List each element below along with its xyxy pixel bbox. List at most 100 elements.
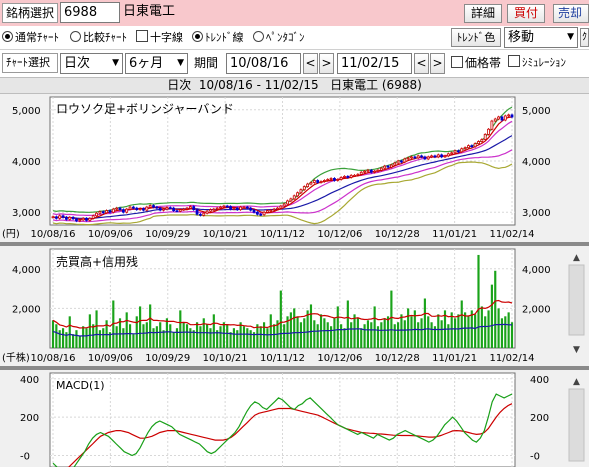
volume-bar (269, 314, 272, 348)
start-prev-button[interactable]: < (303, 53, 318, 74)
candle-body (389, 164, 393, 168)
volume-bar (172, 332, 175, 348)
volume-bar (266, 328, 269, 348)
volume-bar (457, 314, 460, 348)
candle-body (309, 182, 313, 185)
simulation-label: ｼﾐｭﾚｰｼｮﾝ (522, 56, 566, 69)
candle-body (393, 162, 397, 166)
sell-button[interactable]: 売却 (553, 4, 589, 23)
volume-bar (504, 316, 507, 348)
volume-scroll-thumb[interactable] (568, 264, 585, 336)
simulation-option[interactable]: ｼﾐｭﾚｰｼｮﾝ (508, 52, 566, 74)
candle-body (383, 165, 387, 169)
volume-bar (366, 320, 370, 348)
candle-body (158, 207, 162, 211)
trendline-option[interactable]: ﾄﾚﾝﾄﾞ線 (192, 27, 244, 49)
details-button[interactable]: 詳細 (464, 4, 502, 23)
candle-body (128, 206, 132, 210)
symbol-code-input[interactable]: 6988 (60, 2, 120, 23)
candle-body (453, 150, 457, 154)
scroll-down-icon[interactable]: ▼ (573, 345, 580, 355)
volume-bar (326, 322, 329, 348)
volume-bar (313, 320, 316, 348)
panel-separator[interactable] (0, 242, 589, 246)
volume-bar (92, 324, 95, 348)
candle-body (121, 209, 125, 213)
range-select[interactable]: 6ヶ月 ▼ (125, 53, 188, 74)
volume-bar (85, 328, 88, 348)
volume-bar (293, 308, 296, 348)
candle-body (359, 171, 363, 175)
start-date-input[interactable]: 10/08/16 (226, 53, 301, 74)
overflow-button[interactable]: ｸ (580, 28, 589, 47)
panel-separator[interactable] (0, 366, 589, 370)
volume-x-tick: 10/10/21 (203, 353, 248, 364)
volume-bar (212, 314, 215, 348)
volume-bar (195, 322, 199, 348)
volume-bar (440, 320, 443, 348)
volume-bar (333, 318, 336, 348)
chart-select-label[interactable]: ﾁｬｰﾄ選択 (2, 53, 58, 73)
compare-chart-option[interactable]: 比較ﾁｬｰﾄ (70, 27, 127, 49)
volume-bar (236, 330, 239, 348)
volume-bar (356, 318, 359, 348)
end-date-input[interactable]: 11/02/15 (337, 53, 412, 74)
volume-bar (142, 324, 145, 348)
volume-bar (222, 322, 225, 348)
buy-button[interactable]: 買付 (507, 4, 545, 23)
symbol-select-label[interactable]: 銘柄選択 (2, 3, 58, 23)
candle-body (108, 210, 112, 213)
macd-y-tick-right: 400 (530, 375, 549, 386)
volume-bar (346, 300, 349, 348)
volume-bar (72, 334, 75, 348)
volume-bar (182, 322, 185, 348)
scroll-up-icon[interactable]: ▲ (573, 253, 580, 263)
volume-bar (179, 310, 182, 348)
candle-body (115, 207, 119, 210)
price-x-tick: 11/02/14 (490, 229, 535, 240)
end-prev-button[interactable]: < (414, 53, 429, 74)
crosshair-option[interactable]: 十字線 (136, 27, 183, 49)
normal-chart-option[interactable]: 通常ﾁｬｰﾄ (2, 27, 59, 49)
price-y-tick-left: 3,000 (12, 208, 41, 219)
candle-body (426, 156, 430, 160)
candle-body (483, 133, 487, 140)
volume-bar (497, 308, 500, 348)
chart-area: ロウソク足+ボリンジャーバンド 3,000 3,000 4,000 4,000 5,00… (0, 94, 589, 467)
volume-bar (226, 324, 229, 348)
mode-select[interactable]: 移動 ▼ (504, 27, 578, 48)
volume-bar (350, 322, 353, 348)
macd-y-tick-right: 200 (530, 413, 549, 424)
volume-bar (125, 312, 128, 348)
volume-x-tick: 11/02/14 (490, 353, 535, 364)
candle-body (296, 192, 299, 197)
candle-body (436, 154, 440, 158)
candle-body (446, 153, 450, 157)
candle-body (199, 213, 202, 216)
candle-body (252, 209, 256, 213)
candle-body (95, 212, 98, 217)
volume-x-axis: 10/08/16 10/09/06 10/09/29 10/10/21 10/11/12… (31, 353, 535, 364)
candle-body (255, 211, 259, 215)
volume-bar (162, 330, 165, 348)
candle-body (188, 206, 192, 209)
volume-bar (118, 318, 122, 348)
volume-bar (316, 324, 319, 348)
price-chart-title: ロウソク足+ボリンジャーバンド (56, 102, 234, 116)
price-band-option[interactable]: 価格帯 (451, 52, 501, 74)
macd-scroll-thumb[interactable] (568, 388, 585, 462)
volume-bar (407, 308, 410, 348)
chevron-down-icon: ▼ (177, 58, 184, 68)
volume-bar (242, 326, 246, 348)
volume-bar (343, 328, 346, 348)
interval-select[interactable]: 日次 ▼ (60, 53, 123, 74)
start-next-button[interactable]: > (319, 53, 334, 74)
chart-title-bar: 日次 10/08/16 - 11/02/15 日東電工 (6988) (0, 77, 589, 94)
candle-body (396, 160, 400, 164)
pentagon-option[interactable]: ﾍﾟﾝﾀｺﾞﾝ (253, 27, 305, 49)
scroll-up-icon[interactable]: ▲ (573, 377, 580, 387)
candle-body (138, 208, 142, 211)
end-next-button[interactable]: > (430, 53, 445, 74)
volume-bar (480, 306, 483, 348)
trend-color-button[interactable]: ﾄﾚﾝﾄﾞ色 (451, 28, 501, 47)
